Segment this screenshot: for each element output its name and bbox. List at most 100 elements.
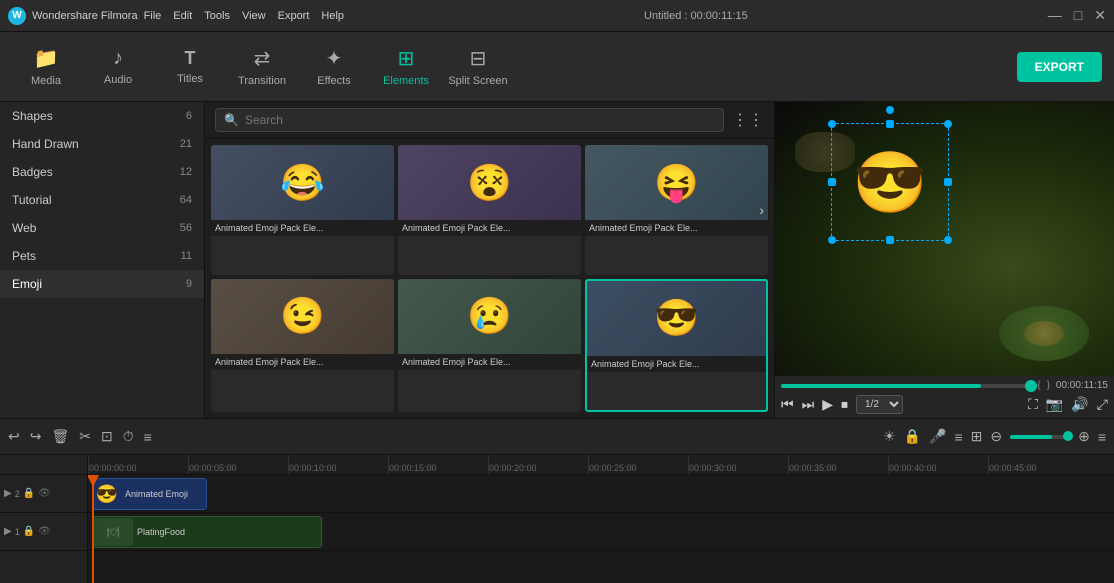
elements-icon: ⊞ [398, 46, 415, 71]
sidebar-item-pets[interactable]: Pets 11 [0, 242, 204, 270]
lock-button[interactable]: 🔒 [904, 428, 921, 445]
settings-button[interactable]: ≡ [1098, 429, 1106, 445]
toolbar-item-media[interactable]: 📁 Media [12, 37, 80, 97]
main-toolbar: 📁 Media ♪ Audio T Titles ⇄ Transition ✦ … [0, 32, 1114, 102]
menu-tools[interactable]: Tools [204, 10, 230, 22]
playhead[interactable] [92, 475, 94, 583]
track-num-2: 2 [15, 489, 20, 499]
media-card-0[interactable]: 😂 Animated Emoji Pack Ele... [211, 145, 394, 275]
menu-edit[interactable]: Edit [173, 10, 192, 22]
color-button[interactable]: ☀ [883, 428, 896, 445]
audio-button[interactable]: 🔊 [1071, 396, 1088, 413]
app-name: Wondershare Filmora [32, 10, 138, 22]
zoom-in-button[interactable]: ⊕ [1078, 428, 1090, 445]
menu-view[interactable]: View [242, 10, 266, 22]
handle-ml[interactable] [828, 178, 836, 186]
audio-mix-button[interactable]: ≡ [144, 429, 152, 445]
redo-button[interactable]: ↪ [30, 428, 42, 445]
expand-button[interactable]: ⤢ [1097, 396, 1108, 413]
menu-help[interactable]: Help [321, 10, 344, 22]
sidebar-item-web[interactable]: Web 56 [0, 214, 204, 242]
toolbar-item-effects[interactable]: ✦ Effects [300, 37, 368, 97]
sidebar-item-tutorial[interactable]: Tutorial 64 [0, 186, 204, 214]
quality-select[interactable]: 1/2 Full 1/4 [856, 395, 903, 414]
track-lock-icon-2[interactable]: 🔒 [23, 488, 35, 499]
preview-timecode: 00:00:11:15 [1056, 380, 1108, 391]
sidebar-item-badges[interactable]: Badges 12 [0, 158, 204, 186]
handle-mr[interactable] [944, 178, 952, 186]
food-item-2 [1024, 321, 1064, 346]
clip-emoji[interactable]: 😎 Animated Emoji [92, 478, 207, 510]
zoom-out-button[interactable]: ⊖ [990, 428, 1002, 445]
close-button[interactable]: ✕ [1094, 7, 1106, 24]
window-controls: — □ ✕ [1048, 7, 1106, 24]
handle-bl[interactable] [828, 236, 836, 244]
track-lock-icon-1[interactable]: 🔒 [23, 526, 35, 537]
toolbar-item-transition[interactable]: ⇄ Transition [228, 37, 296, 97]
snapshot-button[interactable]: 📷 [1046, 396, 1063, 413]
progress-bar[interactable] [781, 384, 1031, 388]
media-card-1[interactable]: 😵 Animated Emoji Pack Ele... [398, 145, 581, 275]
sidebar-item-shapes[interactable]: Shapes 6 [0, 102, 204, 130]
effects-icon: ✦ [326, 46, 343, 71]
delete-button[interactable]: 🗑 [51, 428, 69, 445]
search-input[interactable] [245, 113, 715, 127]
media-label-1: Animated Emoji Pack Ele... [398, 220, 581, 236]
bracket-close: } [1047, 380, 1050, 391]
zoom-handle[interactable] [1063, 431, 1073, 441]
media-card-4[interactable]: 😢 Animated Emoji Pack Ele... [398, 279, 581, 413]
main-area: Shapes 6 Hand Drawn 21 Badges 12 Tutoria… [0, 102, 1114, 418]
mic-button[interactable]: 🎤 [929, 428, 946, 445]
grid-view-button[interactable]: ⋮⋮ [732, 110, 764, 130]
toolbar-item-audio[interactable]: ♪ Audio [84, 37, 152, 97]
undo-button[interactable]: ↩ [8, 428, 20, 445]
content-toolbar: 🔍 ⋮⋮ [205, 102, 774, 139]
sidebar-item-emoji[interactable]: Emoji 9 [0, 270, 204, 298]
titlebar-left: W Wondershare Filmora File Edit Tools Vi… [8, 7, 344, 25]
track-vis-icon-2[interactable]: 👁 [38, 488, 51, 499]
toolbar-label-titles: Titles [177, 73, 203, 85]
crop-button[interactable]: ⊡ [101, 428, 113, 445]
play-button[interactable]: ▶ [822, 396, 833, 413]
media-card-2[interactable]: 😝 Animated Emoji Pack Ele... › [585, 145, 768, 275]
skip-back-button[interactable]: ⏮ [781, 396, 794, 413]
split-screen-icon: ⊟ [470, 46, 487, 71]
split-button[interactable]: ✂ [79, 428, 91, 445]
sidebar-item-hand-drawn[interactable]: Hand Drawn 21 [0, 130, 204, 158]
step-back-button[interactable]: ⏭ [802, 396, 815, 413]
toolbar-item-elements[interactable]: ⊞ Elements [372, 37, 440, 97]
stop-button[interactable]: ⏹ [841, 396, 848, 413]
minimize-button[interactable]: — [1048, 7, 1062, 24]
handle-br[interactable] [944, 236, 952, 244]
maximize-button[interactable]: □ [1074, 7, 1082, 24]
search-box[interactable]: 🔍 [215, 108, 724, 132]
toolbar-item-split-screen[interactable]: ⊟ Split Screen [444, 37, 512, 97]
preview-background: 😎 [775, 102, 1114, 376]
progress-handle[interactable] [1025, 380, 1037, 392]
handle-rotate[interactable] [886, 106, 894, 114]
handle-tm[interactable] [886, 120, 894, 128]
handle-tr[interactable] [944, 120, 952, 128]
track-play-icon-1[interactable]: ▶ [4, 526, 12, 537]
titles-icon: T [185, 48, 196, 69]
handle-bm[interactable] [886, 236, 894, 244]
zoom-fill [1010, 435, 1052, 439]
zoom-bar[interactable] [1010, 435, 1070, 439]
media-card-3[interactable]: 😉 Animated Emoji Pack Ele... [211, 279, 394, 413]
ruler-tick-9: 00:00:45:00 [988, 455, 1037, 475]
menu-export[interactable]: Export [278, 10, 310, 22]
clip-video[interactable]: 🍽 PlatingFood [92, 516, 322, 548]
media-card-5[interactable]: 😎 Animated Emoji Pack Ele... [585, 279, 768, 413]
layout-button[interactable]: ⊞ [971, 428, 983, 445]
app-logo: W [8, 7, 26, 25]
handle-tl[interactable] [828, 120, 836, 128]
export-button[interactable]: EXPORT [1017, 52, 1102, 82]
track-play-icon-2[interactable]: ▶ [4, 488, 12, 499]
menu-file[interactable]: File [144, 10, 162, 22]
emoji-overlay[interactable]: 😎 [835, 127, 945, 237]
mixer-button[interactable]: ≡ [954, 429, 962, 445]
speed-button[interactable]: ⏱ [123, 428, 134, 445]
track-vis-icon-1[interactable]: 👁 [38, 526, 51, 537]
toolbar-item-titles[interactable]: T Titles [156, 37, 224, 97]
fullscreen-button[interactable]: ⛶ [1028, 396, 1038, 413]
